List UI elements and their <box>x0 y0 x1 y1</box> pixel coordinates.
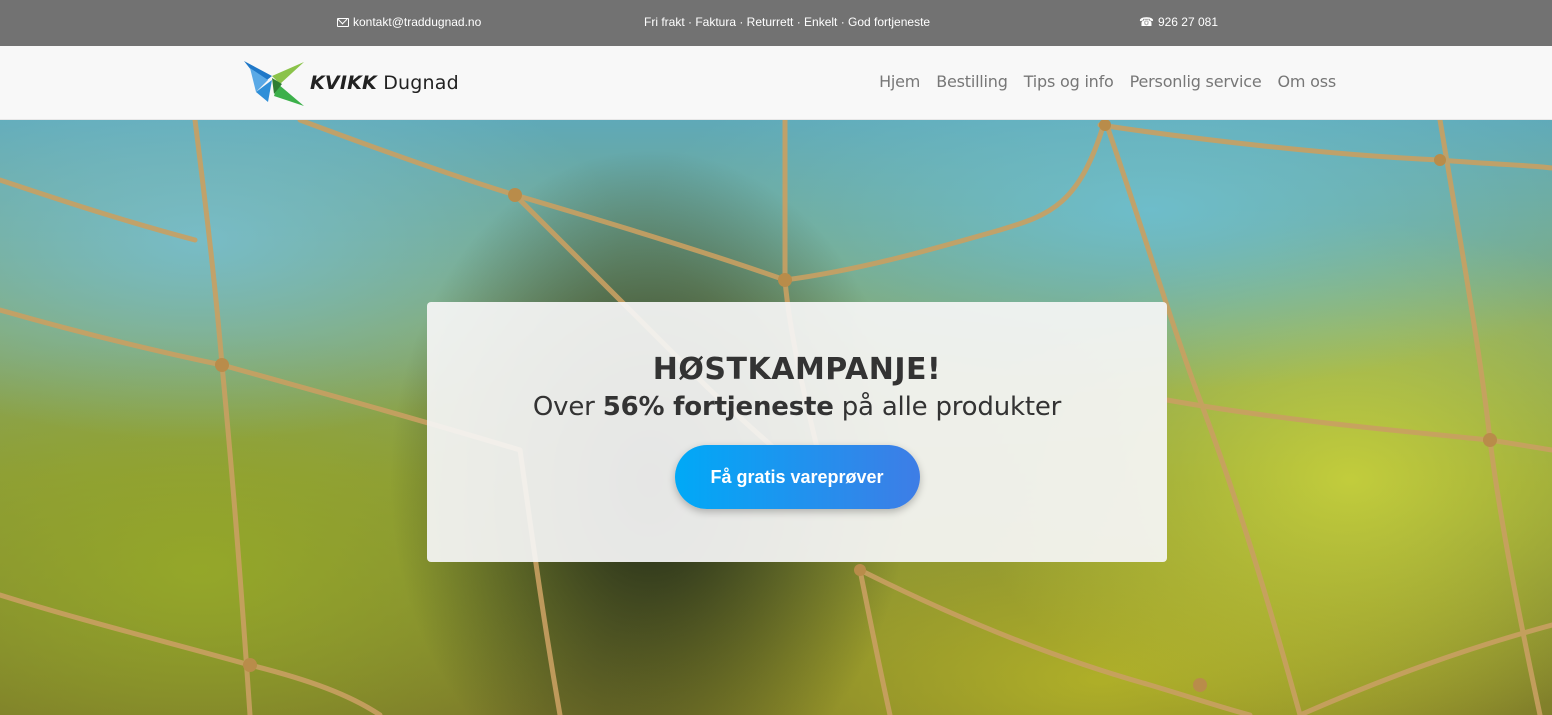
subtitle-highlight: 56% fortjeneste <box>602 392 834 422</box>
butterfly-logo-icon <box>244 61 304 106</box>
subtitle-pre: Over <box>532 392 595 422</box>
campaign-promo-box: HØSTKAMPANJE! Over 56% fortjeneste på al… <box>427 302 1167 562</box>
phone-icon: ☎ <box>1139 15 1154 29</box>
usp-text: Fri frakt · Faktura · Returrett · Enkelt… <box>644 15 931 29</box>
brand-name-light: Dugnad <box>383 72 459 94</box>
contact-phone-link[interactable]: ☎ 926 27 081 <box>1139 14 1218 30</box>
nav-item-hjem[interactable]: Hjem <box>871 72 928 92</box>
nav-item-personlig-service[interactable]: Personlig service <box>1122 72 1270 92</box>
brand-logo-link[interactable]: KVIKK Dugnad <box>242 58 459 108</box>
campaign-subtitle: Over 56% fortjeneste på alle produkter <box>427 391 1167 423</box>
contact-email-link[interactable]: kontakt@traddugnad.no <box>337 14 481 30</box>
primary-nav: Hjem Bestilling Tips og info Personlig s… <box>871 72 1344 92</box>
hero-banner: HØSTKAMPANJE! Over 56% fortjeneste på al… <box>0 120 1552 715</box>
free-samples-button[interactable]: Få gratis vareprøver <box>674 445 920 509</box>
contact-phone-text: 926 27 081 <box>1157 15 1219 29</box>
subtitle-post: på alle produkter <box>841 392 1062 422</box>
nav-item-om-oss[interactable]: Om oss <box>1269 72 1344 92</box>
top-info-bar: kontakt@traddugnad.no Fri frakt · Faktur… <box>0 0 1552 46</box>
brand-name: KVIKK Dugnad <box>310 72 459 94</box>
campaign-title: HØSTKAMPANJE! <box>652 352 942 387</box>
contact-email-text: kontakt@traddugnad.no <box>353 15 482 29</box>
nav-item-bestilling[interactable]: Bestilling <box>928 72 1016 92</box>
brand-name-bold: KVIKK <box>310 72 377 94</box>
main-navbar: KVIKK Dugnad Hjem Bestilling Tips og inf… <box>0 46 1552 120</box>
nav-item-tips-og-info[interactable]: Tips og info <box>1016 72 1122 92</box>
envelope-icon <box>337 17 349 27</box>
